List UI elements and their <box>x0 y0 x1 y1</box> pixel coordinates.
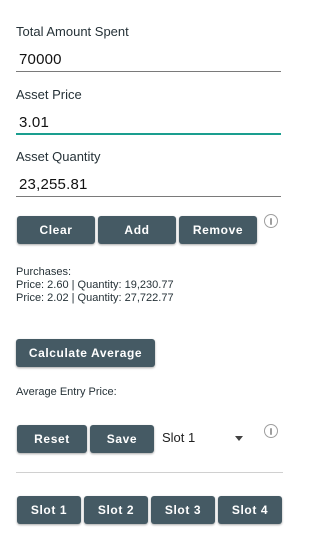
slot-select-value: Slot 1 <box>162 430 196 445</box>
slot-3-button[interactable]: Slot 3 <box>151 496 215 524</box>
calculate-average-button[interactable]: Calculate Average <box>16 339 155 367</box>
clear-button[interactable]: Clear <box>17 216 95 244</box>
purchase-item: Price: 2.02 | Quantity: 27,722.77 <box>16 292 174 304</box>
slot-1-button[interactable]: Slot 1 <box>17 496 81 524</box>
slot-select[interactable]: Slot 1 <box>160 427 248 449</box>
add-button[interactable]: Add <box>98 216 176 244</box>
asset-quantity-label: Asset Quantity <box>16 149 101 164</box>
total-amount-value: 70000 <box>19 51 62 68</box>
total-amount-underline <box>16 71 281 72</box>
average-calculator-screen: Total Amount Spent 70000 Asset Price 3.0… <box>0 0 300 533</box>
asset-quantity-value: 23,255.81 <box>19 176 88 193</box>
purchases-heading: Purchases: <box>16 266 72 278</box>
reset-button[interactable]: Reset <box>17 425 87 453</box>
save-button[interactable]: Save <box>90 425 154 453</box>
asset-price-field[interactable]: 3.01 <box>16 111 281 135</box>
purchase-item: Price: 2.60 | Quantity: 19,230.77 <box>16 279 174 291</box>
remove-button[interactable]: Remove <box>179 216 257 244</box>
asset-quantity-underline <box>16 196 281 197</box>
asset-quantity-field[interactable]: 23,255.81 <box>16 173 281 197</box>
slot-4-button[interactable]: Slot 4 <box>218 496 282 524</box>
asset-price-value: 3.01 <box>19 114 49 131</box>
asset-price-label: Asset Price <box>16 87 82 102</box>
average-entry-price-label: Average Entry Price: <box>16 386 117 398</box>
info-circle-icon[interactable] <box>264 214 278 228</box>
slot-2-button[interactable]: Slot 2 <box>84 496 148 524</box>
divider <box>16 472 283 473</box>
info-circle-icon[interactable] <box>264 424 278 438</box>
total-amount-label: Total Amount Spent <box>16 24 129 39</box>
asset-price-underline <box>16 133 281 135</box>
total-amount-field[interactable]: 70000 <box>16 48 281 72</box>
chevron-down-icon <box>235 436 243 441</box>
